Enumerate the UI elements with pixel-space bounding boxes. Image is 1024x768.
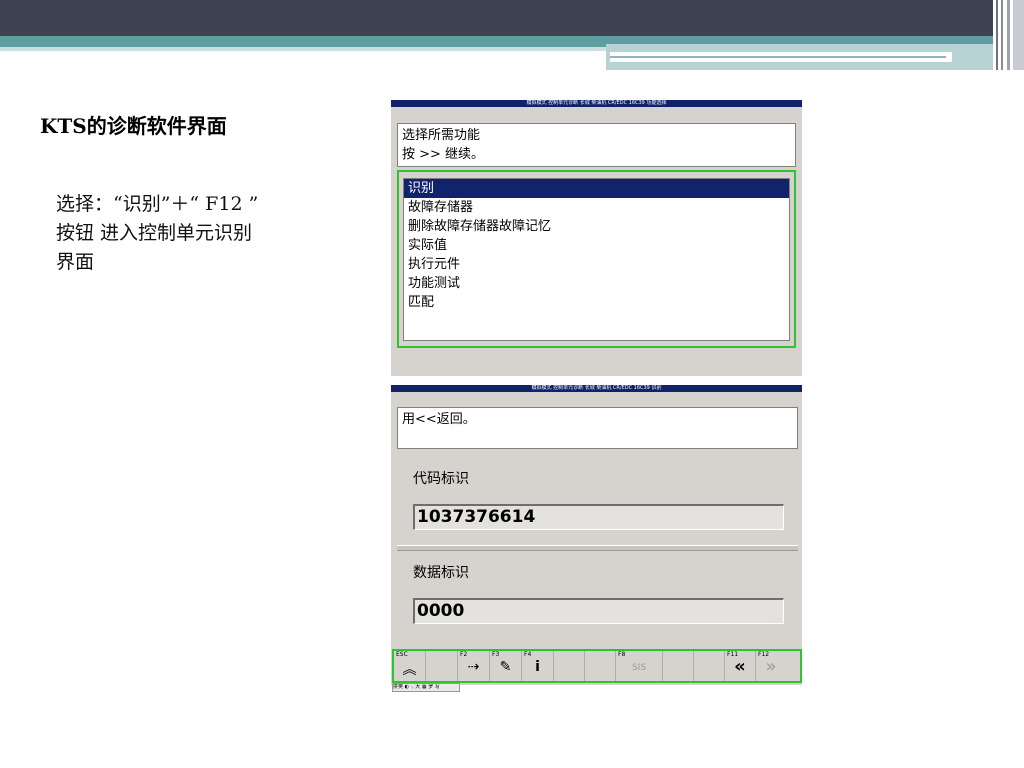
empty-key (694, 651, 725, 681)
ime-taskbar[interactable]: 拼英 ◐ ·, 大 ▦ 罗 写 (392, 683, 460, 692)
function-menu-list[interactable]: 识别 故障存储器 删除故障存储器故障记忆 实际值 执行元件 功能测试 匹配 (403, 178, 790, 341)
esc-key[interactable]: ESC ︽ (394, 651, 426, 681)
slide-header-stripes (993, 0, 1024, 70)
double-right-chevron-icon: » (765, 656, 777, 677)
instruction-box: 选择所需功能 按 >> 继续。 (397, 123, 796, 167)
arrow-diamond-icon: ⇢ (467, 659, 480, 675)
empty-key (585, 651, 616, 681)
edit-icon: ✎ (499, 659, 512, 675)
slide-body-line: 界面 (56, 251, 95, 273)
screen-title-bar: 模拟模式 控制单元诊断 长城 柴油机 CR/EDC 16C39 功能选择 (391, 100, 802, 107)
sis-icon: SIS (631, 663, 647, 673)
double-up-chevron-icon: ︽ (402, 662, 417, 678)
empty-key (426, 651, 458, 681)
function-key-bar: ESC ︽ F2 ⇢ F3 ✎ F4 i F8 SIS F11 « F12 » (392, 649, 802, 683)
fkey-label: F2 (460, 651, 468, 658)
f11-key[interactable]: F11 « (725, 651, 756, 681)
instruction-line: 按 >> 继续。 (402, 147, 485, 162)
menu-item-clear-fault-memory[interactable]: 删除故障存储器故障记忆 (404, 217, 789, 236)
instruction-line: 选择所需功能 (402, 128, 481, 143)
code-id-section: 代码标识 1037376614 (397, 451, 798, 545)
menu-item-actuators[interactable]: 执行元件 (404, 255, 789, 274)
menu-item-adaptation[interactable]: 匹配 (404, 293, 789, 312)
menu-item-function-test[interactable]: 功能测试 (404, 274, 789, 293)
f4-key[interactable]: F4 i (522, 651, 554, 681)
data-id-section: 数据标识 0000 (397, 551, 798, 643)
instruction-box: 用<<返回。 (397, 407, 798, 449)
menu-item-actual-values[interactable]: 实际值 (404, 236, 789, 255)
data-id-value: 0000 (413, 598, 784, 624)
fkey-label: F8 (618, 651, 626, 658)
function-menu-frame: 识别 故障存储器 删除故障存储器故障记忆 实际值 执行元件 功能测试 匹配 (397, 170, 796, 348)
function-select-screen: 模拟模式 控制单元诊断 长城 柴油机 CR/EDC 16C39 功能选择 选择所… (391, 100, 802, 376)
slide-title: KTS的诊断软件界面 (40, 114, 227, 138)
slide-header-bar (0, 0, 1024, 36)
empty-key (663, 651, 694, 681)
f8-key[interactable]: F8 SIS (616, 651, 663, 681)
slide-body-text: 选择：“识别”＋“ F12 ” 按钮 进入控制单元识别 界面 (56, 190, 356, 277)
f12-key[interactable]: F12 » (756, 651, 786, 681)
double-left-chevron-icon: « (734, 656, 746, 677)
slide-header-block-line (610, 56, 946, 58)
fkey-label: F3 (492, 651, 500, 658)
menu-item-identification[interactable]: 识别 (404, 179, 789, 198)
slide-body-line: 选择：“识别”＋“ F12 ” (56, 193, 259, 215)
instruction-line: 用<<返回。 (402, 412, 476, 427)
fkey-label: ESC (396, 651, 408, 658)
data-id-label: 数据标识 (413, 565, 469, 581)
identification-screen: 模拟模式 控制单元诊断 长城 柴油机 CR/EDC 16C39 识别 用<<返回… (391, 385, 802, 692)
f2-key[interactable]: F2 ⇢ (458, 651, 490, 681)
screen-title-bar: 模拟模式 控制单元诊断 长城 柴油机 CR/EDC 16C39 识别 (391, 385, 802, 392)
slide-body-line: 按钮 进入控制单元识别 (56, 222, 253, 244)
code-id-value: 1037376614 (413, 504, 784, 530)
menu-item-fault-memory[interactable]: 故障存储器 (404, 198, 789, 217)
f3-key[interactable]: F3 ✎ (490, 651, 522, 681)
info-icon: i (535, 659, 540, 675)
fkey-label: F4 (524, 651, 532, 658)
code-id-label: 代码标识 (413, 471, 469, 487)
empty-key (554, 651, 585, 681)
